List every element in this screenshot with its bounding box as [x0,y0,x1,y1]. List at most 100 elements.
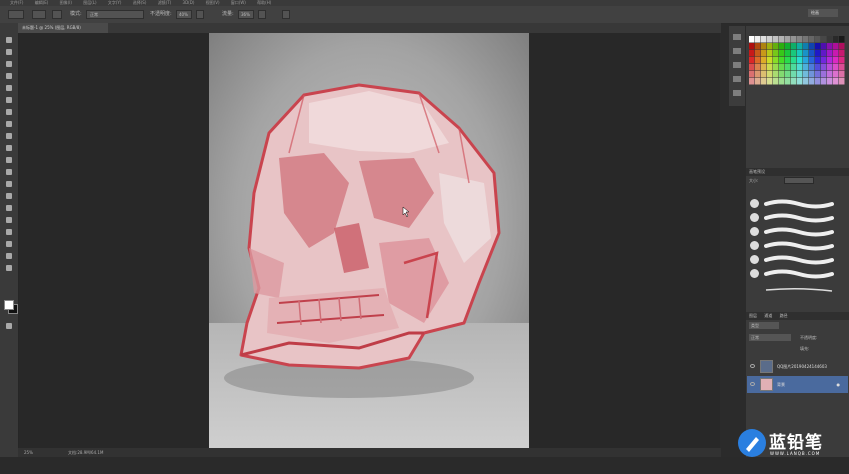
blend-mode-select[interactable]: 正常 [749,334,791,341]
opacity-pressure-toggle[interactable] [196,10,204,19]
color-swatch[interactable] [833,43,839,50]
airbrush-toggle[interactable] [258,10,266,19]
color-swatch[interactable] [809,57,815,64]
color-swatch[interactable] [809,36,815,43]
color-swatch[interactable] [815,71,821,78]
pen-tool-icon[interactable] [6,205,12,211]
color-swatch[interactable] [803,78,809,85]
brush-panel-icon[interactable] [733,48,741,54]
color-swatch[interactable] [761,71,767,78]
color-swatch[interactable] [749,50,755,57]
properties-panel-icon[interactable] [733,76,741,82]
color-swatch[interactable] [797,50,803,57]
color-swatch[interactable] [809,43,815,50]
menu-item[interactable]: 文件(F) [10,0,23,5]
color-swatch[interactable] [803,50,809,57]
flow-field[interactable]: 36% [238,10,254,19]
color-swatch[interactable] [797,57,803,64]
zoom-tool-icon[interactable] [6,265,12,271]
color-swatch[interactable] [779,71,785,78]
color-swatch[interactable] [767,64,773,71]
color-swatch[interactable] [797,43,803,50]
brush-preset[interactable] [750,268,844,280]
color-swatch[interactable] [803,64,809,71]
quick-mask-icon[interactable] [6,323,12,329]
color-swatch[interactable] [809,78,815,85]
tab-paths[interactable]: 路径 [780,313,788,318]
menu-item[interactable]: 编辑(E) [35,0,49,5]
foreground-color-swatch[interactable] [4,300,14,310]
color-swatch[interactable] [779,64,785,71]
tab-layers[interactable]: 图层 [749,313,757,318]
zoom-level[interactable]: 25% [24,448,33,457]
color-swatch[interactable] [785,71,791,78]
color-swatch[interactable] [797,71,803,78]
color-swatch[interactable] [779,50,785,57]
color-swatch[interactable] [827,50,833,57]
visibility-eye-icon[interactable] [750,382,755,386]
color-swatch[interactable] [815,43,821,50]
layer-row-selected[interactable]: 背景 ● [747,376,848,393]
menu-item[interactable]: 滤镜(T) [158,0,172,5]
color-swatch[interactable] [803,36,809,43]
color-swatch[interactable] [785,36,791,43]
color-swatch[interactable] [839,71,845,78]
color-swatch[interactable] [815,64,821,71]
healing-brush-tool-icon[interactable] [6,109,12,115]
layer-row[interactable]: QQ图片20190424144603 [747,358,848,375]
quick-select-tool-icon[interactable] [6,73,12,79]
color-swatch[interactable] [833,36,839,43]
hand-tool-icon[interactable] [6,253,12,259]
color-swatch[interactable] [773,57,779,64]
color-swatch[interactable] [779,57,785,64]
color-swatch[interactable] [827,78,833,85]
color-swatch[interactable] [761,57,767,64]
menu-item[interactable]: 视图(V) [206,0,220,5]
crop-tool-icon[interactable] [6,85,12,91]
color-swatch[interactable] [767,57,773,64]
color-swatch[interactable] [755,50,761,57]
color-swatch[interactable] [755,64,761,71]
color-swatch[interactable] [803,43,809,50]
color-swatch[interactable] [761,36,767,43]
menu-item[interactable]: 图像(I) [60,0,72,5]
color-swatch[interactable] [839,57,845,64]
color-swatch[interactable] [797,36,803,43]
menu-item[interactable]: 3D(D) [183,0,195,5]
color-swatch[interactable] [749,36,755,43]
color-swatch[interactable] [767,50,773,57]
document-tab[interactable]: 未标题-1 @ 25% (图层, RGB/8) [18,23,108,33]
color-swatch[interactable] [839,43,845,50]
brush-preset[interactable] [750,226,844,238]
color-swatch[interactable] [821,57,827,64]
color-swatch[interactable] [773,43,779,50]
color-swatch[interactable] [821,64,827,71]
brush-preset[interactable] [750,240,844,252]
color-swatch[interactable] [785,64,791,71]
color-swatch[interactable] [833,78,839,85]
color-swatch[interactable] [791,50,797,57]
color-swatch[interactable] [791,71,797,78]
color-swatch[interactable] [809,64,815,71]
color-swatch[interactable] [773,78,779,85]
color-swatch[interactable] [779,78,785,85]
history-brush-tool-icon[interactable] [6,145,12,151]
brush-preset[interactable] [750,212,844,224]
visibility-eye-icon[interactable] [750,364,755,368]
tab-channels[interactable]: 通道 [764,313,772,318]
adjustments-panel-icon[interactable] [733,90,741,96]
brush-preset-picker[interactable] [32,10,46,19]
color-swatch[interactable] [839,64,845,71]
color-swatch[interactable] [827,71,833,78]
document-canvas[interactable] [209,33,529,448]
color-swatch[interactable] [821,36,827,43]
color-swatch[interactable] [827,64,833,71]
color-swatch[interactable] [821,78,827,85]
color-swatch[interactable] [779,43,785,50]
color-swatch[interactable] [827,36,833,43]
history-panel-icon[interactable] [733,34,741,40]
color-swatch[interactable] [761,43,767,50]
color-swatch[interactable] [761,78,767,85]
color-swatch[interactable] [761,50,767,57]
color-swatch[interactable] [833,50,839,57]
